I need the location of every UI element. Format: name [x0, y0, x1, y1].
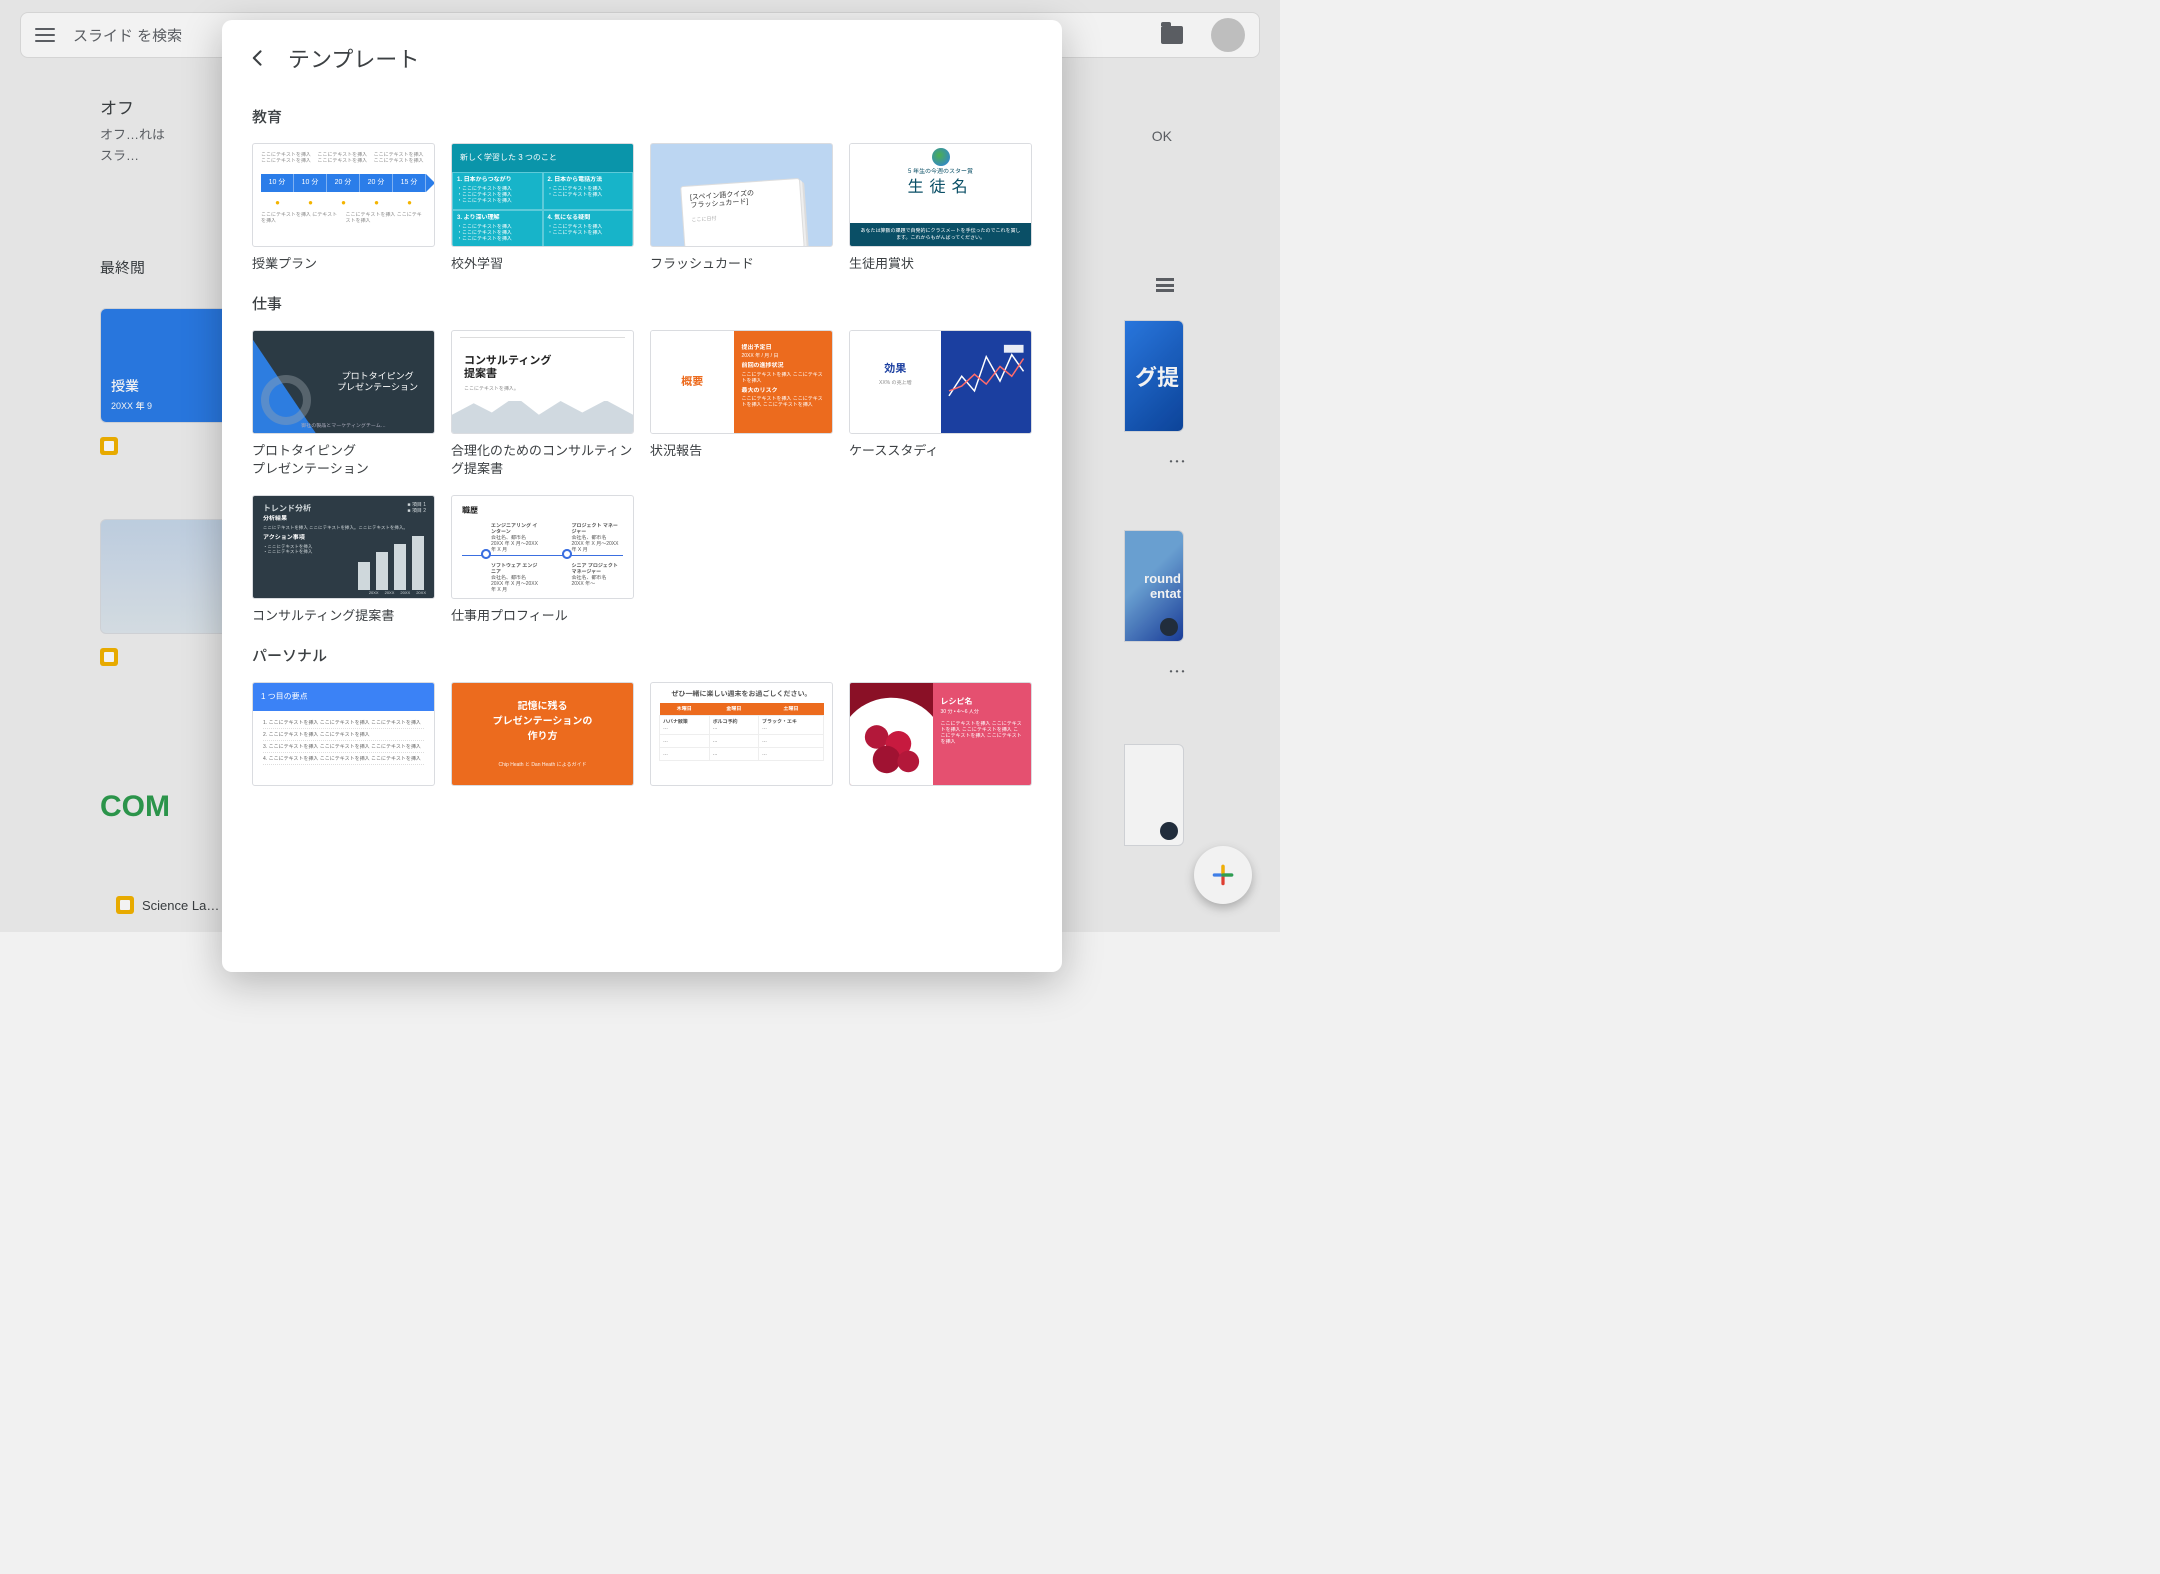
template-thumbnail: 効果XX% の売上増 — [849, 330, 1032, 434]
template-field-trip[interactable]: 新しく学習した 3 つのこと 1. 日本からつながり・ここにテキストを挿入・ここ… — [451, 143, 634, 273]
template-thumbnail: 新しく学習した 3 つのこと 1. 日本からつながり・ここにテキストを挿入・ここ… — [451, 143, 634, 247]
template-name: 生徒用賞状 — [849, 255, 1032, 273]
template-thumbnail: ぜひ一緒に楽しい週末をお過ごしください。 木曜日金曜日土曜日 ハバナ散策…ポルコ… — [650, 682, 833, 786]
template-gallery-modal: テンプレート 教育 ここにテキストを挿入 ここにテキストを挿入ここにテキストを挿… — [222, 20, 1062, 972]
template-name: 仕事用プロフィール — [451, 607, 634, 625]
template-thumbnail: ここにテキストを挿入 ここにテキストを挿入ここにテキストを挿入 ここにテキストを… — [252, 143, 435, 247]
template-thumbnail: レシピ名 30 分 • 4～6 人分 ここにテキストを挿入 ここにテキストを挿入… — [849, 682, 1032, 786]
template-thumbnail: [スペイン語クイズの フラッシュカード]ここに日付 — [650, 143, 833, 247]
template-name: ケーススタディ — [849, 442, 1032, 460]
template-thumbnail: 記憶に残る プレゼンテーションの 作り方 Chip Heath と Dan He… — [451, 682, 634, 786]
template-thumbnail: 5 年生の今週のスター賞 生徒名 あなたは算数の課題で自発的にクラスメートを手伝… — [849, 143, 1032, 247]
template-student-award[interactable]: 5 年生の今週のスター賞 生徒名 あなたは算数の課題で自発的にクラスメートを手伝… — [849, 143, 1032, 273]
template-name: 授業プラン — [252, 255, 435, 273]
template-work-profile[interactable]: 職歴 エンジニアリング インターン会社名、都市名 20XX 年 X 月～20XX… — [451, 495, 634, 625]
template-name: プロトタイピング プレゼンテーション — [252, 442, 435, 478]
template-thumbnail: 職歴 エンジニアリング インターン会社名、都市名 20XX 年 X 月～20XX… — [451, 495, 634, 599]
back-button[interactable] — [248, 48, 268, 68]
globe-icon — [932, 148, 950, 166]
template-recipe[interactable]: レシピ名 30 分 • 4～6 人分 ここにテキストを挿入 ここにテキストを挿入… — [849, 682, 1032, 786]
template-case-study[interactable]: 効果XX% の売上増 ケーススタディ — [849, 330, 1032, 478]
section-title-education: 教育 — [222, 86, 1062, 133]
template-status-report[interactable]: 概要 提出予定日20XX 年 / 月 / 日 前回の進捗状況ここにテキストを挿入… — [650, 330, 833, 478]
template-points[interactable]: 1 つ目の要点 ここにテキストを挿入 ここにテキストを挿入 ここにテキストを挿入… — [252, 682, 435, 786]
section-title-work: 仕事 — [222, 273, 1062, 320]
template-name: フラッシュカード — [650, 255, 833, 273]
template-name: 状況報告 — [650, 442, 833, 460]
template-lesson-plan[interactable]: ここにテキストを挿入 ここにテキストを挿入ここにテキストを挿入 ここにテキストを… — [252, 143, 435, 273]
template-thumbnail: コンサルティング 提案書ここにテキストを挿入。 — [451, 330, 634, 434]
modal-title: テンプレート — [288, 42, 419, 74]
template-thumbnail: プロトタイピング プレゼンテーション 御社の製品とマーケティングチーム… — [252, 330, 435, 434]
template-name: コンサルティング提案書 — [252, 607, 435, 625]
template-flashcards[interactable]: [スペイン語クイズの フラッシュカード]ここに日付 フラッシュカード — [650, 143, 833, 273]
template-memorable-presentation[interactable]: 記憶に残る プレゼンテーションの 作り方 Chip Heath と Dan He… — [451, 682, 634, 786]
section-title-personal: パーソナル — [222, 625, 1062, 672]
template-thumbnail: 1 つ目の要点 ここにテキストを挿入 ここにテキストを挿入 ここにテキストを挿入… — [252, 682, 435, 786]
template-weekend-plan[interactable]: ぜひ一緒に楽しい週末をお過ごしください。 木曜日金曜日土曜日 ハバナ散策…ポルコ… — [650, 682, 833, 786]
template-thumbnail: 概要 提出予定日20XX 年 / 月 / 日 前回の進捗状況ここにテキストを挿入… — [650, 330, 833, 434]
template-name: 校外学習 — [451, 255, 634, 273]
template-name: 合理化のためのコンサルティング提案書 — [451, 442, 634, 478]
template-thumbnail: ■ 項目 1■ 項目 2 トレンド分析 分析結果 ここにテキストを挿入 ここにテ… — [252, 495, 435, 599]
template-consulting-proposal-2[interactable]: ■ 項目 1■ 項目 2 トレンド分析 分析結果 ここにテキストを挿入 ここにテ… — [252, 495, 435, 625]
template-prototyping[interactable]: プロトタイピング プレゼンテーション 御社の製品とマーケティングチーム… プロト… — [252, 330, 435, 478]
template-consulting-proposal[interactable]: コンサルティング 提案書ここにテキストを挿入。 合理化のためのコンサルティング提… — [451, 330, 634, 478]
